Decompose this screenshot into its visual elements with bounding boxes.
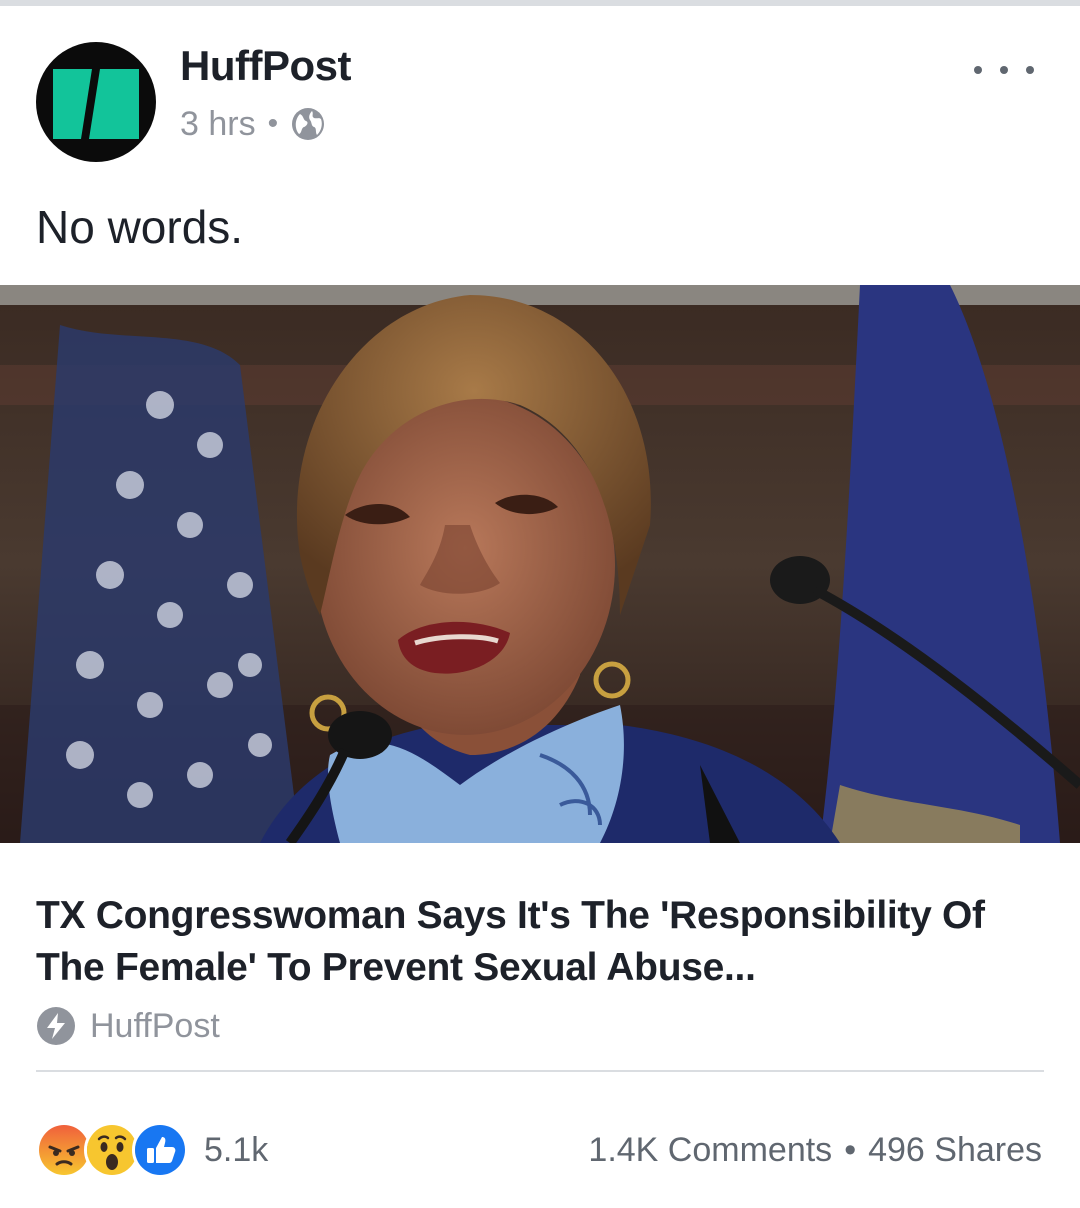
meta-separator: •	[267, 107, 279, 140]
more-options-icon	[974, 66, 982, 74]
globe-icon	[292, 108, 325, 140]
post-meta: 3 hrs •	[180, 102, 326, 146]
reaction-summary[interactable]: 5.1k	[36, 1122, 269, 1178]
more-options-button[interactable]	[974, 50, 1034, 90]
page-avatar[interactable]	[36, 42, 156, 162]
reaction-count: 5.1k	[204, 1130, 269, 1169]
link-preview-image[interactable]	[0, 285, 1080, 843]
source-name: HuffPost	[90, 1006, 220, 1045]
divider	[36, 1070, 1044, 1072]
huffpost-logo-icon	[53, 69, 139, 139]
more-options-icon	[1026, 66, 1034, 74]
counts-separator: •	[844, 1130, 857, 1169]
post-text: No words.	[36, 201, 244, 253]
more-options-icon	[1000, 66, 1008, 74]
post-time[interactable]: 3 hrs	[180, 105, 256, 144]
article-photo	[0, 285, 1080, 843]
instant-article-bolt-icon	[37, 1007, 75, 1045]
page-name[interactable]: HuffPost	[180, 42, 351, 90]
shares-count-link[interactable]: 496 Shares	[868, 1131, 1042, 1170]
top-strip	[0, 0, 1080, 6]
like-reaction-icon	[132, 1122, 188, 1178]
article-headline[interactable]: TX Congresswoman Says It's The 'Responsi…	[36, 890, 1046, 994]
article-source: HuffPost	[36, 1004, 220, 1048]
engagement-counts: 1.4K Comments • 496 Shares	[588, 1128, 1042, 1172]
comments-count-link[interactable]: 1.4K Comments	[588, 1131, 832, 1170]
